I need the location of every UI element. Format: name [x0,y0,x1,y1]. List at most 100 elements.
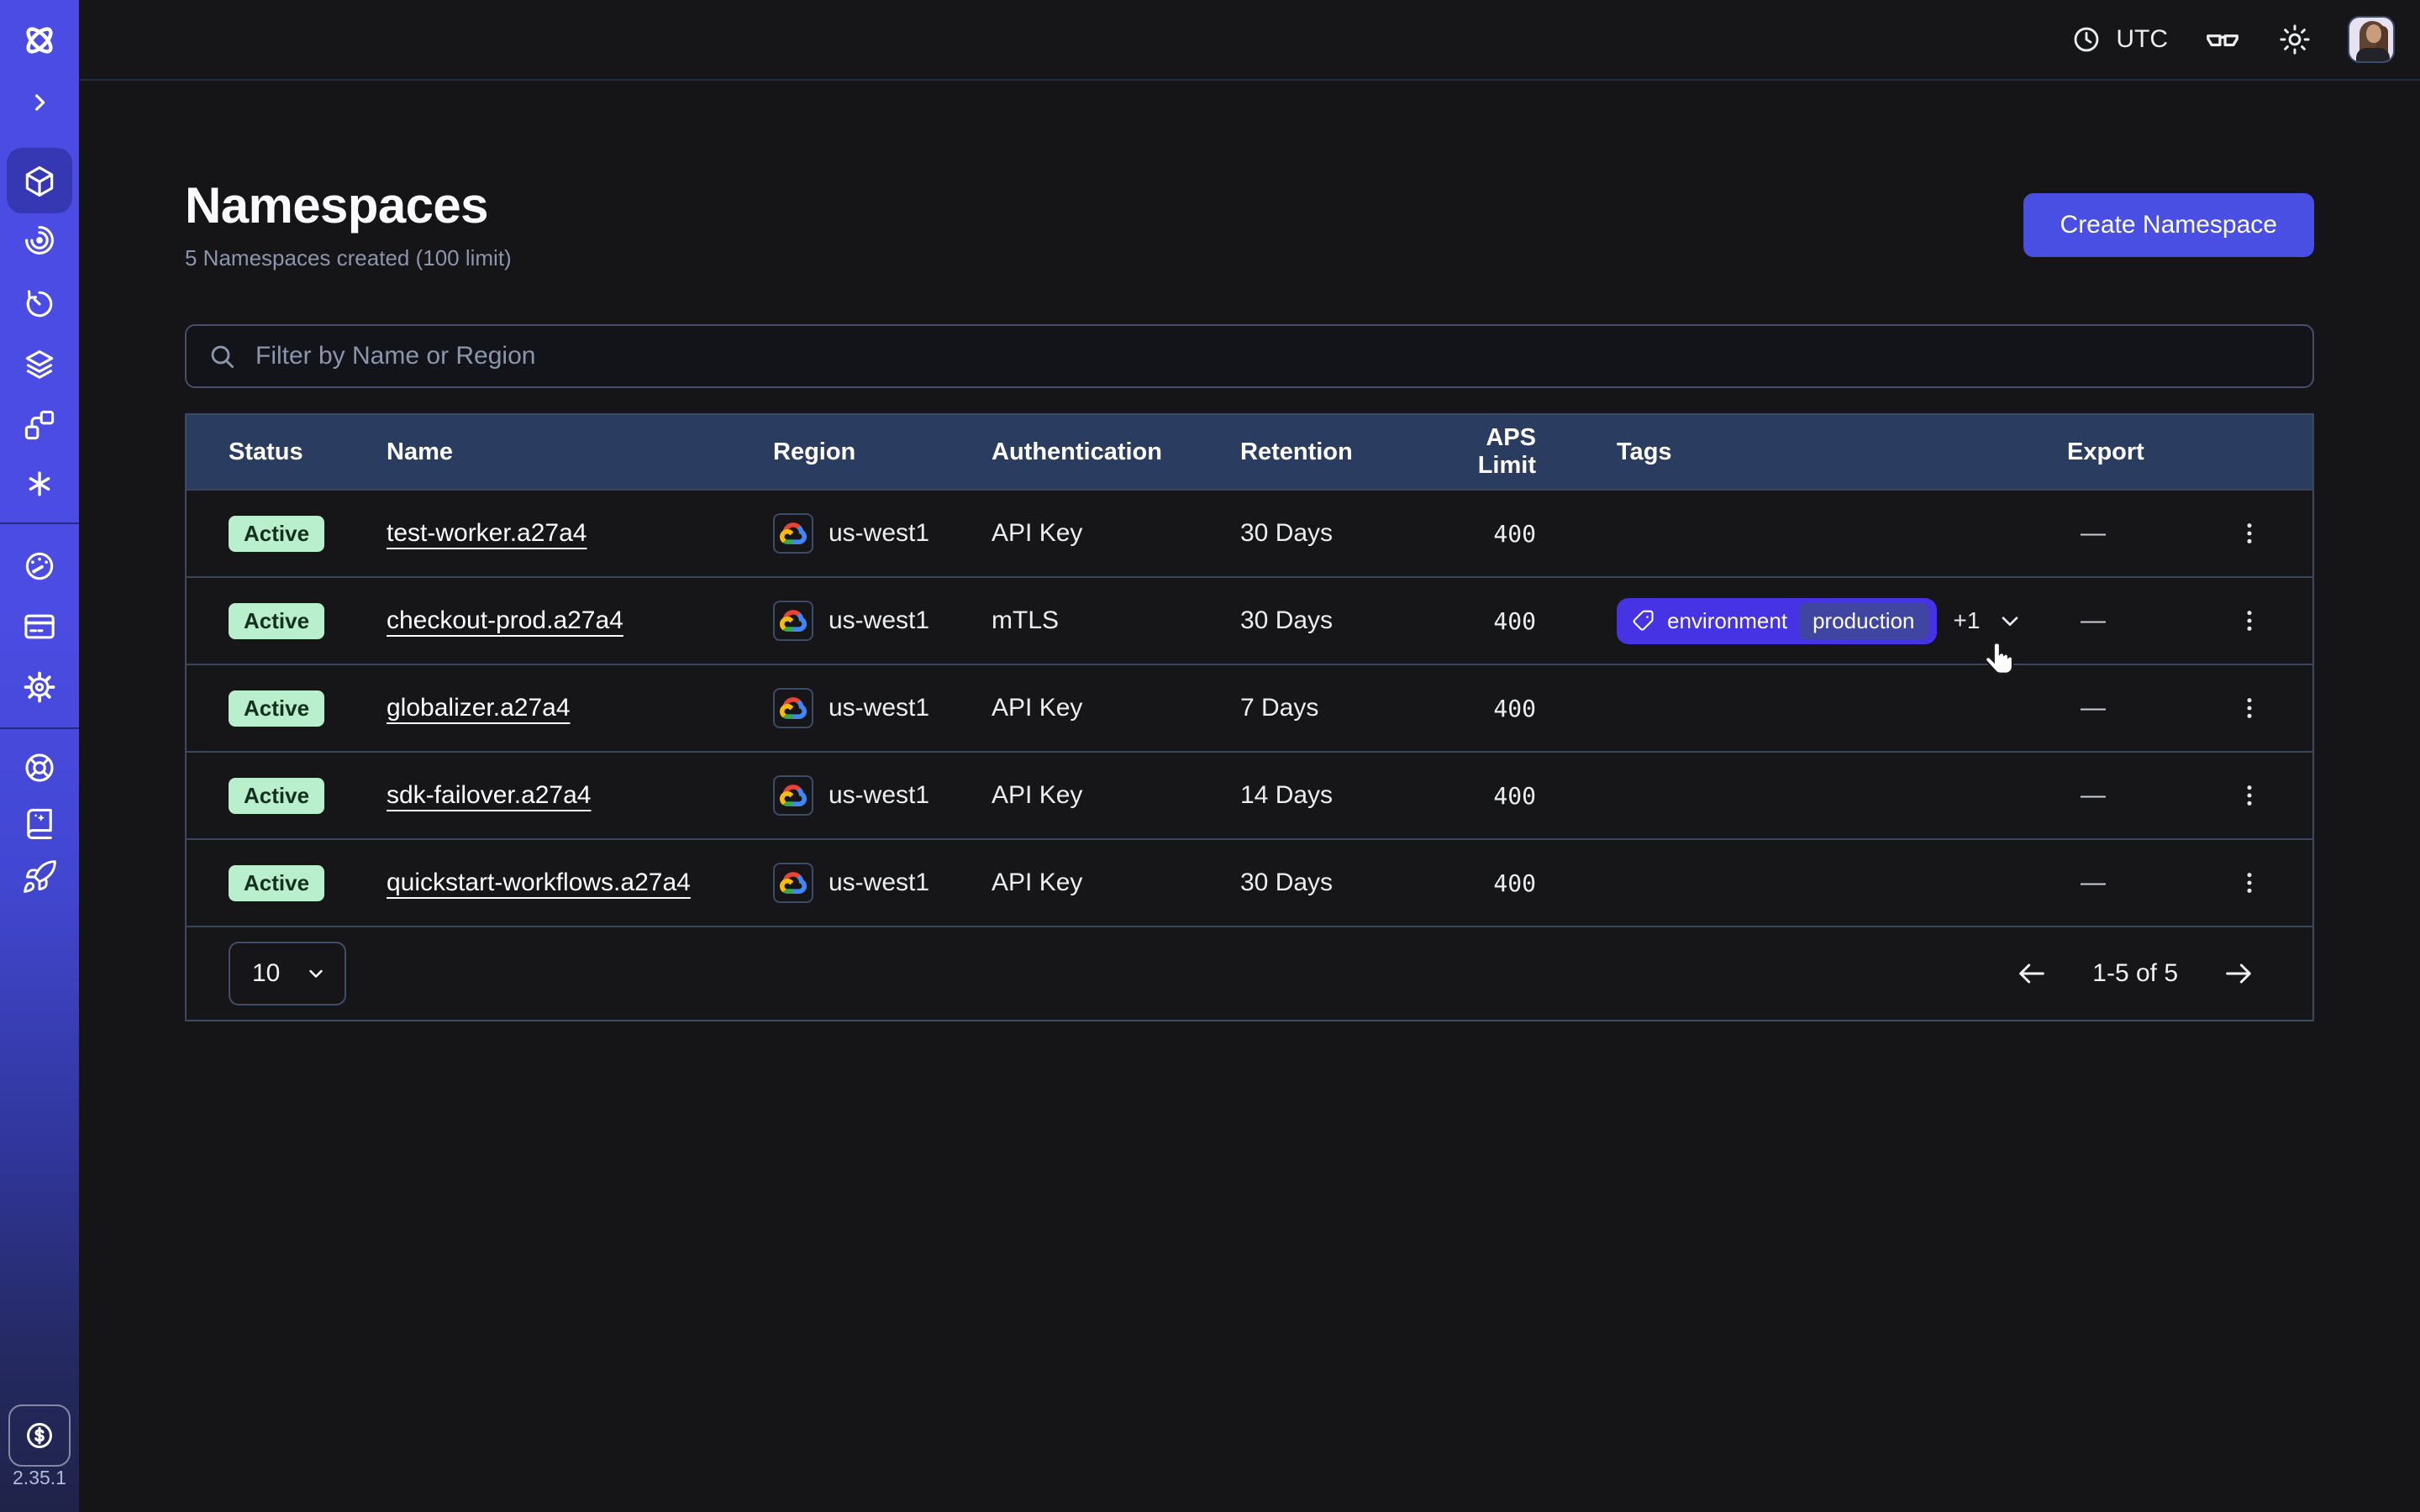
page-size-select[interactable]: 10 [229,942,346,1005]
col-export: Export [2067,438,2212,466]
sidebar-item-nexus-workflow-icon[interactable] [0,403,79,447]
table-row: Active test-worker.a27a4 us-west1 API Ke… [187,489,2312,576]
sidebar-item-iris-icon[interactable] [0,218,79,262]
sidebar-item-timer-icon[interactable] [0,282,79,326]
aps-limit-cell: 400 [1425,782,1553,810]
namespace-link[interactable]: checkout-prod.a27a4 [387,606,623,634]
namespace-link[interactable]: quickstart-workflows.a27a4 [387,869,691,896]
col-retention: Retention [1240,438,1425,466]
sidebar-item-support-lifebuoy-icon[interactable] [0,746,79,790]
sidebar-expand-chevron-icon[interactable] [0,81,79,124]
name-cell: globalizer.a27a4 [387,694,773,722]
gcp-icon [773,513,813,554]
namespace-link[interactable]: test-worker.a27a4 [387,519,587,547]
sidebar-item-asterisk-icon[interactable] [0,462,79,506]
export-cell: — [2067,781,2212,810]
auth-cell: API Key [992,781,1240,810]
retention-cell: 30 Days [1240,869,1425,897]
theme-sun-icon[interactable] [2277,22,2312,57]
main-content: Namespaces 5 Namespaces created (100 lim… [79,82,2420,1512]
page-size-value: 10 [252,959,280,988]
export-cell: — [2067,694,2212,722]
gcp-icon [773,601,813,641]
col-name: Name [387,438,773,466]
row-actions-kebab[interactable] [2212,694,2312,722]
gcp-icon [773,775,813,816]
table-header: Status Name Region Authentication Retent… [187,415,2312,489]
auth-cell: mTLS [992,606,1240,635]
row-actions-kebab[interactable] [2212,519,2312,548]
region-cell: us-west1 [773,775,992,816]
filter-input[interactable] [252,340,2292,372]
auth-cell: API Key [992,694,1240,722]
export-cell: — [2067,606,2212,635]
tag-pill[interactable]: environment production [1617,598,1937,644]
avatar-face [2366,24,2381,43]
tag-value: production [1799,603,1928,639]
glasses-icon[interactable] [2203,20,2242,59]
tags-chevron-icon[interactable] [1996,607,2023,634]
topbar: UTC [79,0,2420,81]
status-badge: Active [229,865,324,901]
table-row: Active quickstart-workflows.a27a4 us-wes… [187,838,2312,926]
status-cell: Active [229,865,387,901]
credits-badge-dollar-button[interactable] [8,1404,71,1467]
sidebar-item-settings-gear-icon[interactable] [0,665,79,709]
row-actions-kebab[interactable] [2212,606,2312,635]
user-avatar[interactable] [2348,16,2395,63]
row-actions-kebab[interactable] [2212,869,2312,897]
sidebar-item-docs-book-icon[interactable] [0,801,79,845]
pagination-range: 1-5 of 5 [2092,959,2178,988]
auth-cell: API Key [992,869,1240,897]
app-version: 2.35.1 [0,1467,79,1489]
row-actions-kebab[interactable] [2212,781,2312,810]
sidebar-item-namespaces-cube-icon[interactable] [0,160,79,203]
page-subtitle: 5 Namespaces created (100 limit) [185,245,512,271]
tag-key: environment [1667,608,1787,634]
region-cell: us-west1 [773,688,992,728]
namespace-link[interactable]: sdk-failover.a27a4 [387,781,592,809]
auth-cell: API Key [992,519,1240,548]
export-cell: — [2067,519,2212,548]
namespaces-table: Status Name Region Authentication Retent… [185,413,2314,1021]
tags-cell: environment production +1 [1617,598,2067,644]
tag-icon [1632,609,1655,633]
col-aps-limit: APS Limit [1425,424,1553,480]
timezone-selector[interactable]: UTC [2070,24,2168,55]
temporal-logo-icon[interactable] [0,18,79,62]
retention-cell: 30 Days [1240,519,1425,548]
gcp-icon [773,863,813,903]
table-footer: 10 1-5 of 5 [187,926,2312,1020]
region-cell: us-west1 [773,513,992,554]
app-window: 2.35.1 UTC [0,0,2420,1512]
avatar-body [2356,48,2390,63]
status-cell: Active [229,603,387,639]
clock-icon [2070,24,2102,55]
previous-page-arrow-icon[interactable] [2015,957,2049,990]
col-status: Status [229,438,387,466]
region-cell: us-west1 [773,863,992,903]
namespace-link[interactable]: globalizer.a27a4 [387,694,571,722]
tags-more[interactable]: +1 [1954,607,1981,634]
page-title: Namespaces [185,176,488,234]
next-page-arrow-icon[interactable] [2222,957,2255,990]
region-cell: us-west1 [773,601,992,641]
status-badge: Active [229,778,324,814]
status-badge: Active [229,516,324,552]
col-authentication: Authentication [992,438,1240,466]
sidebar-divider [0,522,79,524]
sidebar-item-usage-speedometer-icon[interactable] [0,544,79,588]
pagination: 1-5 of 5 [2015,957,2255,990]
sidebar-item-billing-card-icon[interactable] [0,605,79,648]
name-cell: sdk-failover.a27a4 [387,781,773,810]
aps-limit-cell: 400 [1425,695,1553,722]
status-cell: Active [229,690,387,727]
sidebar-item-getting-started-rocket-icon[interactable] [0,855,79,899]
sidebar-item-layers-icon[interactable] [0,343,79,386]
search-icon [207,341,237,371]
region-label: us-west1 [829,694,929,722]
export-cell: — [2067,869,2212,897]
name-cell: test-worker.a27a4 [387,519,773,548]
create-namespace-button[interactable]: Create Namespace [2023,193,2314,257]
retention-cell: 7 Days [1240,694,1425,722]
